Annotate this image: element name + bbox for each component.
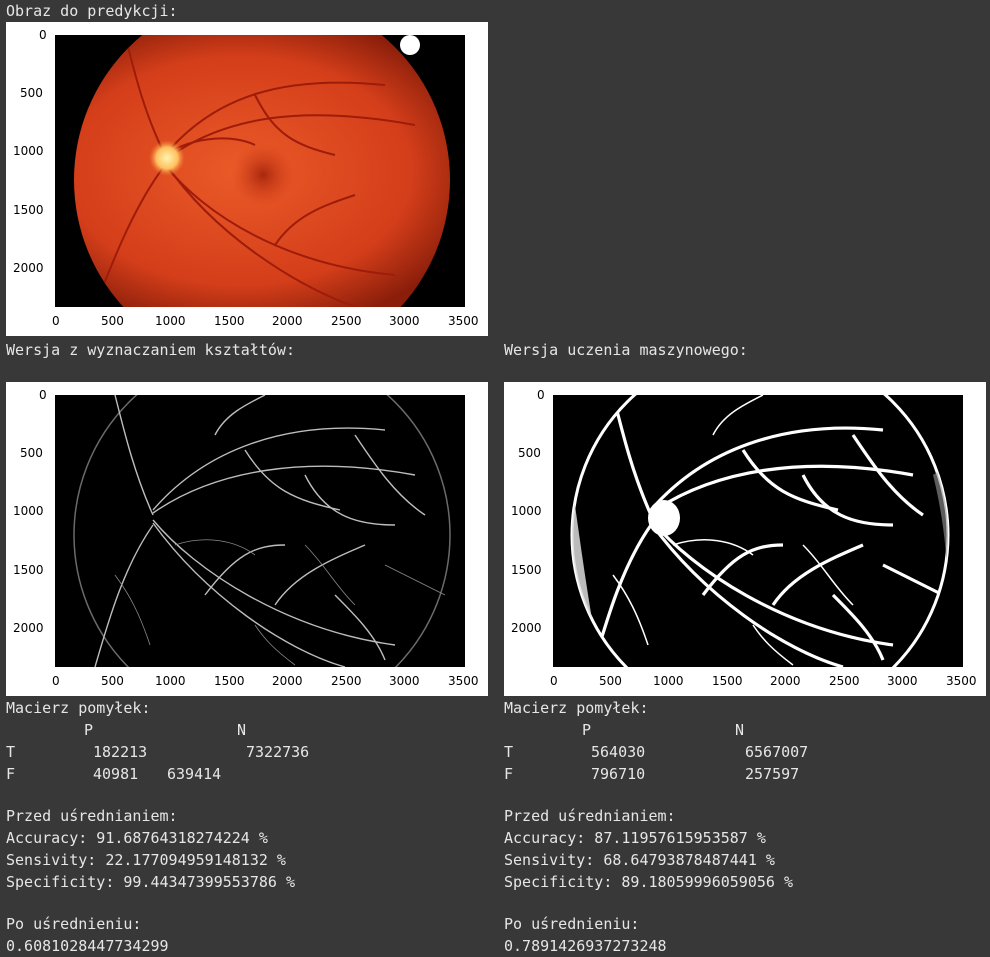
matrix-row-f: F <box>504 765 514 783</box>
matrix-row-t: T <box>504 743 514 761</box>
shape-vessel-svg <box>73 395 451 667</box>
x-tick-label: 500 <box>599 674 622 688</box>
true-positive-value: 182213 <box>93 743 148 761</box>
matrix-col-n: N <box>735 721 745 739</box>
x-tick-label: 500 <box>101 674 124 688</box>
matrix-col-p: P <box>84 721 94 739</box>
false-negative-value: 257597 <box>745 765 800 783</box>
ml-vessel-svg <box>570 395 950 667</box>
y-tick-label: 1500 <box>13 203 44 217</box>
prediction-title: Obraz do predykcji: <box>6 2 178 20</box>
x-tick-label: 0 <box>52 314 60 328</box>
before-averaging-title: Przed uśrednianiem: <box>6 807 178 825</box>
y-tick-label: 0 <box>39 388 47 402</box>
x-tick-label: 3500 <box>448 674 479 688</box>
x-tick-label: 2000 <box>272 674 303 688</box>
x-tick-label: 0 <box>52 674 60 688</box>
y-tick-label: 500 <box>20 86 43 100</box>
shape-plot-panel: 0 500 1000 1500 2000 0 500 1000 1500 200… <box>6 382 488 696</box>
specificity-text: Specificity: 99.44347399553786 % <box>6 873 295 891</box>
shape-section-title: Wersja z wyznaczaniem kształtów: <box>6 341 295 359</box>
false-negative-value: 639414 <box>167 765 222 783</box>
x-tick-label: 1500 <box>712 674 743 688</box>
after-averaging-value: 0.7891426937273248 <box>504 937 667 955</box>
y-tick-label: 2000 <box>511 621 542 635</box>
y-tick-label: 2000 <box>13 621 44 635</box>
shape-vessel-image <box>55 395 465 667</box>
x-tick-label: 0 <box>550 674 558 688</box>
matrix-col-n: N <box>237 721 247 739</box>
ml-section-title: Wersja uczenia maszynowego: <box>504 341 748 359</box>
y-tick-label: 1500 <box>13 563 44 577</box>
x-tick-label: 2500 <box>331 674 362 688</box>
before-averaging-title: Przed uśrednianiem: <box>504 807 676 825</box>
x-tick-label: 1000 <box>653 674 684 688</box>
y-tick-label: 1000 <box>511 504 542 518</box>
y-tick-label: 0 <box>537 388 545 402</box>
after-averaging-value: 0.6081028447734299 <box>6 937 169 955</box>
matrix-row-t: T <box>6 743 16 761</box>
confusion-matrix-title: Macierz pomyłek: <box>6 699 151 717</box>
y-tick-label: 500 <box>518 446 541 460</box>
x-tick-label: 3000 <box>887 674 918 688</box>
y-tick-label: 2000 <box>13 261 44 275</box>
x-tick-label: 3000 <box>389 314 420 328</box>
x-tick-label: 2000 <box>770 674 801 688</box>
prediction-plot-panel: 0 500 1000 1500 2000 0 500 1000 1500 200… <box>6 22 488 336</box>
true-positive-value: 564030 <box>591 743 646 761</box>
x-tick-label: 1500 <box>214 674 245 688</box>
matrix-row-f: F <box>6 765 16 783</box>
accuracy-text: Accuracy: 87.11957615953587 % <box>504 829 766 847</box>
x-tick-label: 500 <box>101 314 124 328</box>
specificity-text: Specificity: 89.18059996059056 % <box>504 873 793 891</box>
x-tick-label: 1000 <box>155 314 186 328</box>
fundus-svg <box>74 35 450 307</box>
after-averaging-title: Po uśrednieniu: <box>6 915 142 933</box>
y-tick-label: 1000 <box>13 144 44 158</box>
x-tick-label: 3500 <box>448 314 479 328</box>
fundus-image <box>55 35 465 307</box>
x-tick-label: 2500 <box>829 674 860 688</box>
true-negative-value: 7322736 <box>246 743 310 761</box>
x-tick-label: 2500 <box>331 314 362 328</box>
y-tick-label: 500 <box>20 446 43 460</box>
y-tick-label: 1500 <box>511 563 542 577</box>
x-tick-label: 2000 <box>272 314 303 328</box>
ml-plot-panel: 0 500 1000 1500 2000 0 500 1000 1500 200… <box>504 382 986 696</box>
x-tick-label: 1500 <box>214 314 245 328</box>
false-positive-value: 796710 <box>591 765 646 783</box>
sensivity-text: Sensivity: 22.177094959148132 % <box>6 851 286 869</box>
y-tick-label: 0 <box>39 28 47 42</box>
x-tick-label: 1000 <box>155 674 186 688</box>
accuracy-text: Accuracy: 91.68764318274224 % <box>6 829 268 847</box>
false-positive-value: 40981 <box>93 765 139 783</box>
y-tick-label: 1000 <box>13 504 44 518</box>
true-negative-value: 6567007 <box>745 743 809 761</box>
matrix-col-p: P <box>582 721 592 739</box>
confusion-matrix-title: Macierz pomyłek: <box>504 699 649 717</box>
x-tick-label: 3500 <box>946 674 977 688</box>
sensivity-text: Sensivity: 68.64793878487441 % <box>504 851 775 869</box>
after-averaging-title: Po uśrednieniu: <box>504 915 640 933</box>
x-tick-label: 3000 <box>389 674 420 688</box>
ml-vessel-image <box>553 395 963 667</box>
